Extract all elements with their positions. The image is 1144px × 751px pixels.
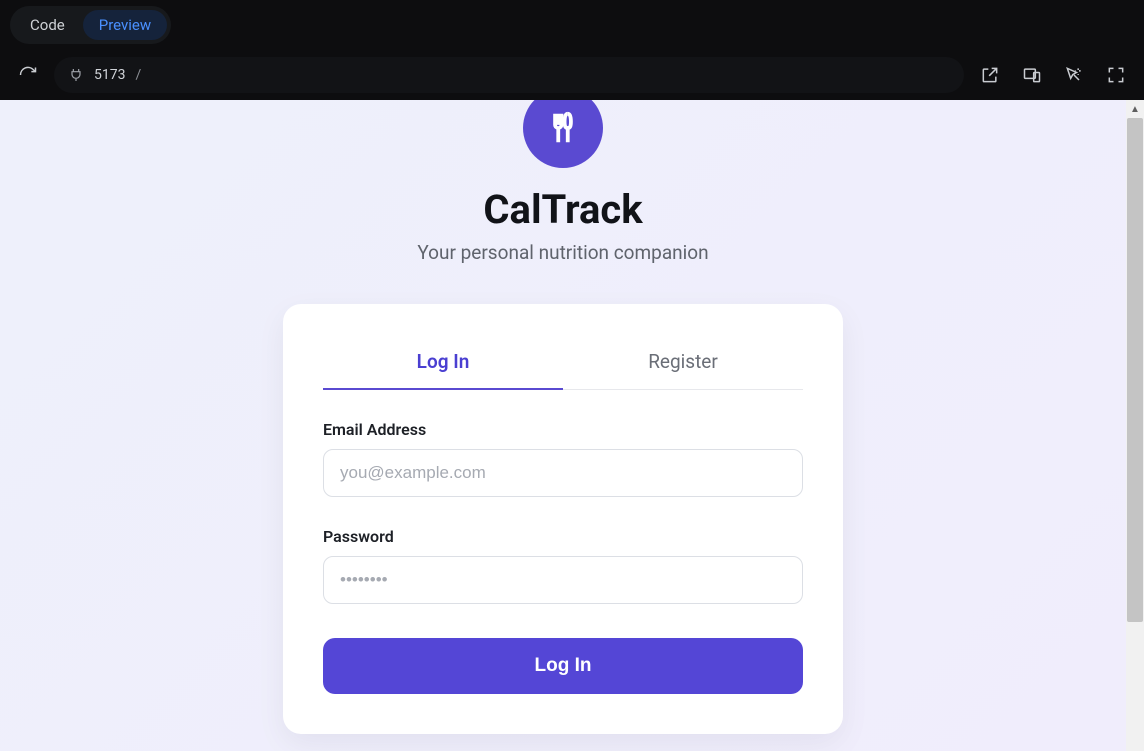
tab-preview-label: Preview xyxy=(99,16,151,34)
plug-icon xyxy=(68,67,84,83)
responsive-button[interactable] xyxy=(1018,61,1046,89)
url-path: / xyxy=(135,67,141,83)
devices-icon xyxy=(1022,65,1042,85)
utensils-icon xyxy=(544,109,582,147)
open-external-button[interactable] xyxy=(976,61,1004,89)
tab-preview[interactable]: Preview xyxy=(83,10,167,40)
email-input[interactable] xyxy=(323,449,803,497)
external-link-icon xyxy=(980,65,1000,85)
fullscreen-button[interactable] xyxy=(1102,61,1130,89)
vertical-scrollbar[interactable]: ▲ ▼ xyxy=(1126,100,1144,751)
toolbar-right xyxy=(976,61,1130,89)
field-password: Password xyxy=(323,527,803,604)
auth-card: Log In Register Email Address Password xyxy=(283,304,843,734)
tab-login[interactable]: Log In xyxy=(323,342,563,389)
tab-register[interactable]: Register xyxy=(563,342,803,389)
scroll-up-arrow[interactable]: ▲ xyxy=(1126,100,1144,118)
app-background: CalTrack Your personal nutrition compani… xyxy=(0,100,1126,751)
url-port: 5173 xyxy=(94,67,125,83)
editor-tabs: Code Preview xyxy=(0,0,1144,50)
refresh-button[interactable] xyxy=(14,61,42,89)
login-button[interactable]: Log In xyxy=(323,638,803,694)
tab-code[interactable]: Code xyxy=(14,10,81,40)
email-label: Email Address xyxy=(323,420,803,439)
tab-login-label: Log In xyxy=(417,350,470,373)
cursor-click-icon xyxy=(1064,65,1084,85)
tab-code-label: Code xyxy=(30,16,65,34)
password-label: Password xyxy=(323,527,803,546)
app-title: CalTrack xyxy=(203,186,923,233)
preview-frame: CalTrack Your personal nutrition compani… xyxy=(0,100,1126,751)
scroll-thumb[interactable] xyxy=(1127,118,1143,622)
url-bar[interactable]: 5173 / xyxy=(54,57,964,93)
preview-viewport-row: CalTrack Your personal nutrition compani… xyxy=(0,100,1144,751)
refresh-icon xyxy=(18,65,38,85)
inspect-button[interactable] xyxy=(1060,61,1088,89)
password-input[interactable] xyxy=(323,556,803,604)
auth-tabs: Log In Register xyxy=(323,342,803,390)
maximize-icon xyxy=(1106,65,1126,85)
app-container: CalTrack Your personal nutrition compani… xyxy=(203,100,923,734)
app-subtitle: Your personal nutrition companion xyxy=(203,241,923,264)
app-logo xyxy=(523,100,603,168)
field-email: Email Address xyxy=(323,420,803,497)
tab-register-label: Register xyxy=(648,350,718,373)
tab-switcher: Code Preview xyxy=(10,6,171,44)
scroll-track[interactable] xyxy=(1126,118,1144,733)
preview-toolbar: 5173 / xyxy=(0,50,1144,100)
